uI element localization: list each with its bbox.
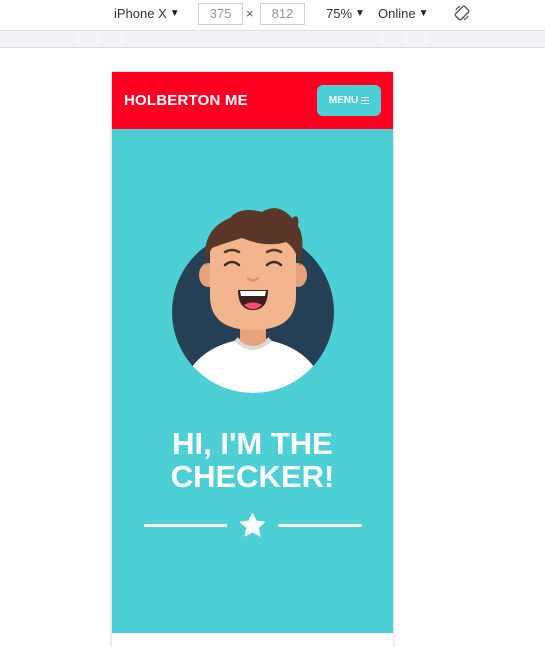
media-query-marker[interactable]	[425, 33, 426, 47]
media-query-bar	[0, 30, 545, 48]
network-label: Online	[378, 6, 416, 21]
site-navbar: HOLBERTON ME MENU	[112, 72, 393, 129]
media-query-marker[interactable]	[78, 33, 79, 47]
network-select[interactable]: Online ▼	[378, 6, 428, 21]
menu-button[interactable]: MENU	[317, 85, 381, 116]
media-query-marker[interactable]	[406, 33, 407, 47]
site-brand[interactable]: HOLBERTON ME	[124, 92, 248, 109]
hero-headline: HI, I'M THE CHECKER!	[112, 427, 393, 493]
divider-line-right	[278, 524, 362, 527]
device-viewport: HOLBERTON ME MENU HI, I'M THE CHECKER!	[112, 72, 393, 647]
headline-line-1: HI, I'M THE	[172, 426, 333, 461]
hamburger-icon	[361, 95, 370, 106]
avatar	[172, 208, 334, 393]
media-query-marker[interactable]	[121, 33, 122, 47]
zoom-label: 75%	[326, 6, 353, 21]
headline-line-2: CHECKER!	[170, 459, 335, 494]
chevron-down-icon: ▼	[418, 8, 429, 19]
menu-label: MENU	[328, 95, 359, 106]
media-query-marker[interactable]	[97, 33, 98, 47]
media-query-marker[interactable]	[382, 33, 383, 47]
height-input[interactable]: 812	[260, 3, 305, 25]
devtools-device-toolbar: iPhone X ▼ 375 × 812 75% ▼ Online ▼	[0, 0, 545, 30]
rotate-icon[interactable]	[454, 5, 470, 21]
device-select[interactable]: iPhone X ▼	[114, 6, 180, 21]
device-label: iPhone X	[114, 6, 167, 21]
chevron-down-icon: ▼	[169, 8, 180, 19]
width-input[interactable]: 375	[198, 3, 243, 25]
chevron-down-icon: ▼	[355, 8, 365, 19]
zoom-select[interactable]: 75% ▼	[326, 6, 365, 21]
divider-line-left	[144, 524, 227, 527]
hero-section: HI, I'M THE CHECKER!	[112, 129, 393, 633]
star-icon	[240, 513, 265, 537]
dimension-separator: ×	[246, 6, 254, 21]
